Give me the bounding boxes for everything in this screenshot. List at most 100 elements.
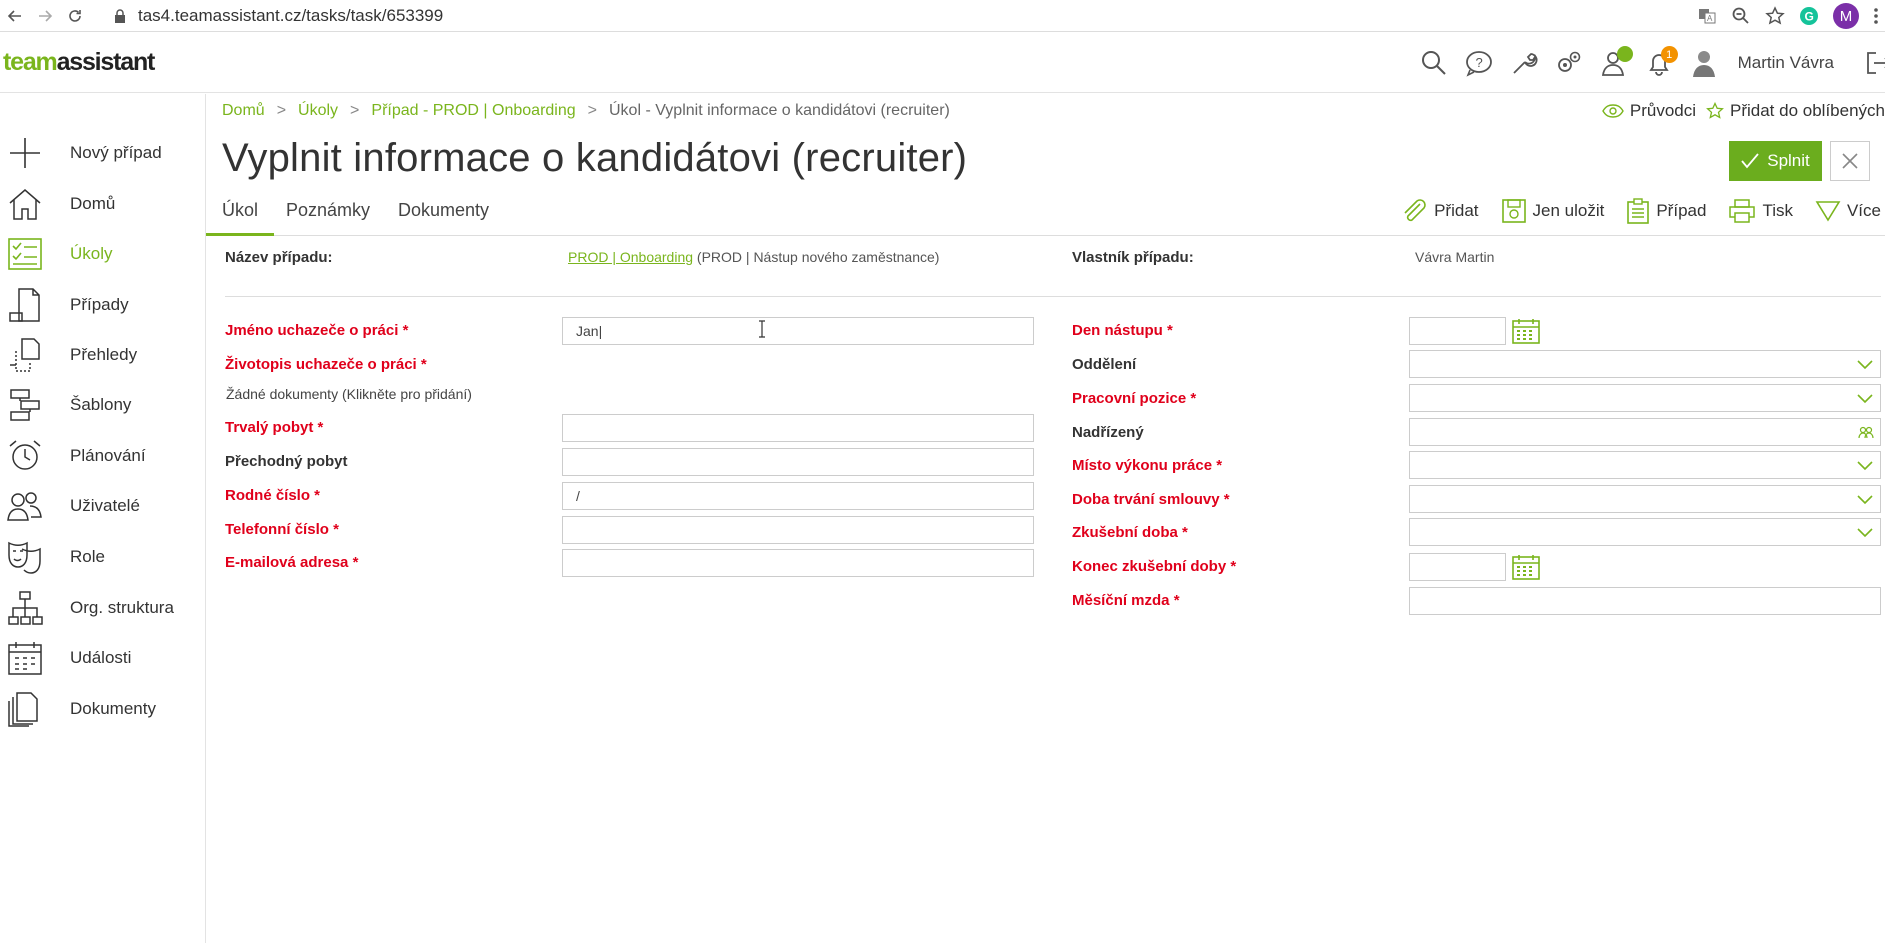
cv-add-documents-link[interactable]: Žádné dokumenty (Klikněte pro přidání)	[226, 386, 472, 402]
contract-duration-select[interactable]	[1409, 485, 1881, 513]
add-attachment-button[interactable]: Přidat	[1400, 198, 1479, 224]
triangle-down-icon	[1815, 201, 1841, 222]
sidebar-item-events[interactable]: Události	[0, 638, 205, 678]
page-title: Vyplnit informace o kandidátovi (recruit…	[222, 136, 968, 180]
tab-task[interactable]: Úkol	[206, 200, 275, 236]
probation-end-calendar-icon[interactable]	[1511, 553, 1541, 581]
sidebar-item-tasks[interactable]: Úkoly	[0, 234, 205, 274]
monthly-salary-input[interactable]	[1409, 587, 1881, 615]
sidebar-item-overviews[interactable]: Přehledy	[0, 335, 205, 375]
tab-notes[interactable]: Poznámky	[286, 200, 370, 236]
teamassistant-logo[interactable]: teamassistant	[3, 48, 155, 77]
forward-icon[interactable]	[30, 1, 60, 31]
sidebar-item-new-case[interactable]: Nový případ	[0, 133, 205, 173]
supervisor-input[interactable]	[1409, 418, 1881, 446]
sidebar-item-label: Případy	[70, 295, 129, 314]
probation-end-input[interactable]	[1409, 553, 1506, 581]
applicant-name-input[interactable]: Jan|	[562, 317, 1034, 345]
sidebar-item-label: Org. struktura	[70, 598, 174, 617]
department-select[interactable]	[1409, 350, 1881, 378]
sidebar-item-documents[interactable]: Dokumenty	[0, 689, 205, 729]
temporary-residence-label: Přechodný pobyt	[225, 453, 348, 470]
email-input[interactable]	[562, 549, 1034, 577]
tab-documents[interactable]: Dokumenty	[398, 200, 489, 236]
birth-number-input[interactable]: /	[562, 482, 1034, 510]
user-avatar[interactable]	[1689, 48, 1719, 78]
back-icon[interactable]	[0, 1, 30, 31]
printer-icon	[1729, 199, 1756, 223]
guides-link[interactable]: Průvodci	[1630, 101, 1696, 121]
sidebar-item-roles[interactable]: Role	[0, 537, 205, 577]
chevron-down-icon	[1857, 528, 1873, 538]
notification-count-badge: 1	[1660, 46, 1678, 63]
breadcrumb-home[interactable]: Domů	[222, 102, 265, 120]
sidebar-item-label: Události	[70, 648, 132, 667]
birth-number-label: Rodné číslo *	[225, 487, 321, 504]
print-button[interactable]: Tisk	[1728, 199, 1793, 223]
sidebar-item-users[interactable]: Uživatelé	[0, 486, 205, 526]
start-date-input[interactable]	[1409, 317, 1506, 345]
notifications-bell-icon[interactable]: 1	[1644, 46, 1678, 78]
user-lookup-icon[interactable]	[1858, 424, 1874, 440]
phone-label: Telefonní číslo *	[225, 521, 339, 538]
browser-menu-icon[interactable]	[1873, 6, 1879, 26]
eye-icon	[1602, 104, 1624, 118]
case-button[interactable]: Případ	[1626, 198, 1706, 224]
probation-label: Zkušební doba *	[1072, 524, 1188, 541]
address-bar[interactable]: tas4.teamassistant.cz/tasks/task/653399	[114, 6, 443, 26]
temporary-residence-input[interactable]	[562, 448, 1034, 476]
substitute-user-icon[interactable]	[1599, 46, 1633, 78]
settings-gears-icon[interactable]	[1554, 48, 1584, 78]
grammarly-icon[interactable]: G	[1799, 6, 1819, 26]
more-button[interactable]: Více	[1815, 200, 1881, 222]
case-owner-value: Vávra Martin	[1415, 249, 1495, 265]
complete-task-button[interactable]: Splnit	[1729, 141, 1822, 181]
monthly-salary-label: Měsíční mzda *	[1072, 592, 1180, 609]
sidebar-item-label: Domů	[70, 194, 116, 213]
breadcrumb: Domů > Úkoly > Případ - PROD | Onboardin…	[222, 98, 950, 124]
logout-icon[interactable]	[1863, 48, 1885, 78]
search-icon[interactable]	[1419, 48, 1449, 78]
home-icon	[5, 184, 45, 224]
position-label: Pracovní pozice *	[1072, 390, 1197, 407]
start-date-calendar-icon[interactable]	[1511, 317, 1541, 345]
sidebar-item-home[interactable]: Domů	[0, 184, 205, 224]
user-name[interactable]: Martin Vávra	[1738, 53, 1834, 73]
sidebar-item-templates[interactable]: Šablony	[0, 385, 205, 425]
reload-icon[interactable]	[60, 1, 90, 31]
permanent-residence-input[interactable]	[562, 414, 1034, 442]
status-ok-badge	[1616, 46, 1633, 62]
department-label: Oddělení	[1072, 356, 1137, 373]
svg-text:A: A	[1707, 14, 1713, 23]
start-date-label: Den nástupu *	[1072, 322, 1173, 339]
phone-input[interactable]	[562, 516, 1034, 544]
breadcrumb-separator: >	[350, 102, 360, 119]
help-icon[interactable]: ?	[1464, 48, 1494, 78]
case-name-link[interactable]: PROD | Onboarding	[568, 249, 693, 265]
section-divider	[225, 296, 1881, 297]
sidebar-item-planning[interactable]: Plánování	[0, 436, 205, 476]
workplace-select[interactable]	[1409, 451, 1881, 479]
bookmark-star-icon[interactable]	[1765, 6, 1785, 26]
add-to-favorites-link[interactable]: Přidat do oblíbených	[1730, 101, 1885, 121]
overviews-icon	[5, 335, 45, 375]
position-select[interactable]	[1409, 384, 1881, 412]
profile-avatar[interactable]: M	[1833, 3, 1859, 29]
wrench-icon[interactable]	[1509, 48, 1539, 78]
checkmark-icon	[1741, 153, 1759, 169]
close-icon	[1842, 153, 1858, 169]
breadcrumb-tasks[interactable]: Úkoly	[298, 102, 338, 120]
sidebar-item-label: Nový případ	[70, 143, 162, 162]
paperclip-icon	[1404, 199, 1426, 222]
probation-select[interactable]	[1409, 518, 1881, 546]
zoom-icon[interactable]	[1731, 6, 1751, 26]
sidebar-item-org-structure[interactable]: Org. struktura	[0, 588, 205, 628]
svg-text:?: ?	[1475, 55, 1482, 70]
save-only-button[interactable]: Jen uložit	[1501, 198, 1604, 224]
close-task-button[interactable]	[1830, 141, 1870, 181]
documents-icon	[5, 689, 45, 729]
breadcrumb-case[interactable]: Případ - PROD | Onboarding	[371, 102, 575, 120]
translate-icon[interactable]: A	[1697, 6, 1717, 26]
sidebar-item-cases[interactable]: Případy	[0, 285, 205, 325]
sidebar-item-label: Šablony	[70, 395, 132, 414]
